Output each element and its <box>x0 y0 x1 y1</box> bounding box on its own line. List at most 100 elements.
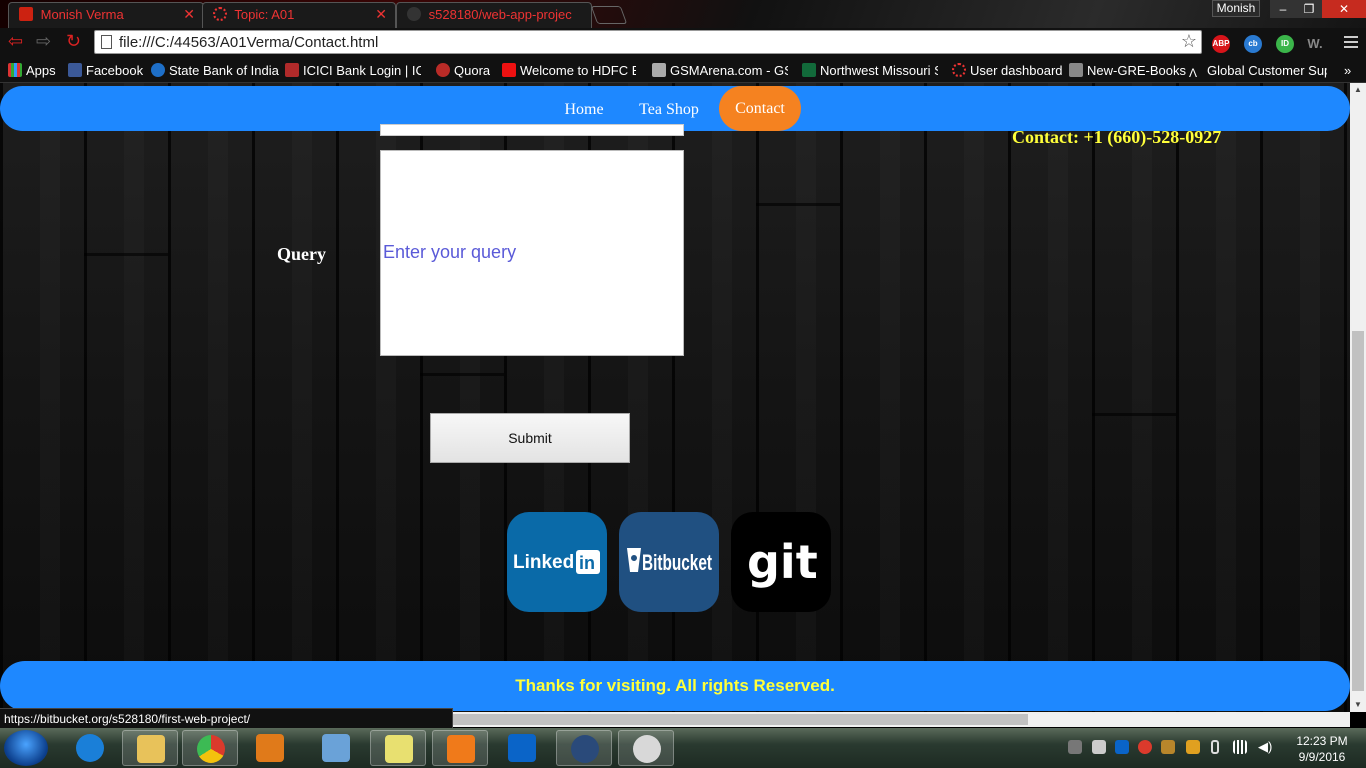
new-tab-button[interactable] <box>590 6 628 24</box>
reload-icon[interactable]: ↻ <box>66 31 81 52</box>
bookmark-northwest[interactable]: Northwest Missouri St <box>802 63 938 78</box>
forward-arrow-icon[interactable]: ⇨ <box>36 31 51 52</box>
taskbar-file-explorer[interactable] <box>122 730 178 766</box>
taskbar-sticky-notes[interactable] <box>370 730 426 766</box>
nav-home[interactable]: Home <box>553 92 615 128</box>
sourcetree-icon <box>571 735 599 763</box>
linkedin-link[interactable]: Linked in <box>507 512 607 612</box>
previous-form-field[interactable] <box>380 124 684 136</box>
sublime-text-icon <box>447 735 475 763</box>
wood-seam <box>420 373 504 376</box>
battery-icon[interactable] <box>1211 740 1219 754</box>
clock-date: 9/9/2016 <box>1298 750 1346 764</box>
taskbar-media-player[interactable] <box>242 730 298 766</box>
horizontal-scroll-thumb[interactable] <box>453 714 1028 725</box>
icici-icon <box>285 63 299 77</box>
wood-seam <box>1092 413 1176 416</box>
bookmarks-overflow-icon[interactable]: » <box>1344 63 1351 78</box>
cashback-icon[interactable]: cb <box>1244 35 1262 53</box>
tab-strip: Monish Verma ✕ Topic: A01 ✕ s528180/web-… <box>0 0 1366 28</box>
taskbar-chrome[interactable] <box>182 730 238 766</box>
word-icon[interactable]: W. <box>1306 35 1324 53</box>
back-arrow-icon[interactable]: ⇦ <box>8 31 23 52</box>
books-icon <box>1069 63 1083 77</box>
apps-grid-icon <box>8 63 22 77</box>
tab-title: Monish Verma <box>40 7 124 22</box>
taskbar-outlook[interactable] <box>494 730 550 766</box>
bookmark-facebook[interactable]: Facebook <box>68 63 143 78</box>
git-wordmark: git <box>747 535 818 589</box>
linkedin-icon: Linked in <box>513 550 600 574</box>
taskbar-virtualbox[interactable] <box>308 730 364 766</box>
browser-tab-3[interactable]: s528180/web-app-projec <box>396 2 592 28</box>
close-window-button[interactable]: ✕ <box>1322 0 1366 18</box>
nav-contact[interactable]: Contact <box>719 86 801 131</box>
browser-tab-2[interactable]: Topic: A01 ✕ <box>202 2 396 28</box>
nav-tea-shop[interactable]: Tea Shop <box>630 92 708 128</box>
taskbar-paint[interactable] <box>618 730 674 766</box>
git-icon: git <box>747 535 818 589</box>
vertical-scroll-thumb[interactable] <box>1352 331 1364 691</box>
bookmark-hdfc[interactable]: Welcome to HDFC Ba <box>502 63 636 78</box>
scroll-down-arrow-icon[interactable]: ▼ <box>1354 700 1362 709</box>
chrome-icon <box>197 735 225 763</box>
tray-app-icon[interactable] <box>1186 740 1200 754</box>
git-link[interactable]: git <box>731 512 831 612</box>
bookmark-star-icon[interactable]: ☆ <box>1181 31 1197 52</box>
tray-outlook-icon[interactable] <box>1115 740 1129 754</box>
red-page-icon <box>19 7 33 21</box>
dashboard-icon <box>952 63 966 77</box>
query-placeholder: Enter your query <box>383 242 517 262</box>
tray-northwest-icon[interactable] <box>1092 740 1106 754</box>
submit-button[interactable]: Submit <box>430 413 630 463</box>
bookmark-global-support[interactable]: Λ Global Customer Supp <box>1189 63 1327 80</box>
footer-text: Thanks for visiting. All rights Reserved… <box>515 676 835 695</box>
menu-icon[interactable] <box>1344 36 1358 51</box>
bookmark-sbi[interactable]: State Bank of India <box>151 63 279 78</box>
taskbar-internet-explorer[interactable] <box>62 730 118 766</box>
start-button[interactable] <box>4 730 48 766</box>
bookmark-quora[interactable]: Quora <box>436 63 490 78</box>
taskbar-sublime-text[interactable] <box>432 730 488 766</box>
address-input[interactable] <box>119 32 1169 52</box>
browser-toolbar: ⇦ ⇨ ↻ ☆ ABP cb ID W. <box>0 28 1366 57</box>
volume-icon[interactable]: ◀) <box>1258 740 1272 754</box>
profile-button[interactable]: Monish <box>1212 0 1260 17</box>
adblock-plus-icon[interactable]: ABP <box>1212 35 1230 53</box>
bookmark-icici[interactable]: ICICI Bank Login | ICIC <box>285 63 421 78</box>
close-tab-icon[interactable]: ✕ <box>183 6 195 23</box>
close-tab-icon[interactable]: ✕ <box>375 6 387 23</box>
address-bar[interactable]: ☆ <box>94 30 1202 54</box>
bookmark-apps[interactable]: Apps <box>8 63 56 78</box>
tray-drive-icon[interactable] <box>1161 740 1175 754</box>
tray-network-user-icon[interactable] <box>1068 740 1082 754</box>
taskbar-sourcetree[interactable] <box>556 730 612 766</box>
vertical-scrollbar[interactable]: ▲ ▼ <box>1350 83 1366 712</box>
tab-title: s528180/web-app-projec <box>428 7 572 22</box>
bookmark-gsmarena[interactable]: GSMArena.com - GSM <box>652 63 788 78</box>
query-textarea[interactable]: Enter your query <box>380 150 684 356</box>
minimize-button[interactable]: – <box>1270 0 1296 18</box>
page-icon <box>101 35 112 49</box>
ip-icon[interactable]: ID <box>1276 35 1294 53</box>
system-clock[interactable]: 12:23 PM 9/9/2016 <box>1282 733 1362 765</box>
loading-ring-icon <box>213 7 227 21</box>
hdfc-icon <box>502 63 516 77</box>
bookmark-gre-books[interactable]: New-GRE-Books <box>1069 63 1186 78</box>
browser-tab-1[interactable]: Monish Verma ✕ <box>8 2 204 28</box>
horizontal-scrollbar[interactable] <box>453 712 1350 727</box>
facebook-icon <box>68 63 82 77</box>
maximize-button[interactable]: ❐ <box>1296 0 1322 18</box>
sticky-notes-icon <box>385 735 413 763</box>
bookmark-user-dashboard[interactable]: User dashboard <box>952 63 1063 78</box>
signal-icon[interactable] <box>1233 740 1247 754</box>
bitbucket-link[interactable]: Bitbucket <box>619 512 719 612</box>
gsmarena-icon <box>652 63 666 77</box>
bookmarks-bar: Apps Facebook State Bank of India ICICI … <box>0 57 1366 83</box>
northwest-icon <box>802 63 816 77</box>
wood-seam <box>84 253 168 256</box>
scroll-up-arrow-icon[interactable]: ▲ <box>1354 85 1362 94</box>
status-bubble: https://bitbucket.org/s528180/first-web-… <box>0 708 453 728</box>
tray-chrome-icon[interactable] <box>1138 740 1152 754</box>
media-player-icon <box>256 734 284 762</box>
